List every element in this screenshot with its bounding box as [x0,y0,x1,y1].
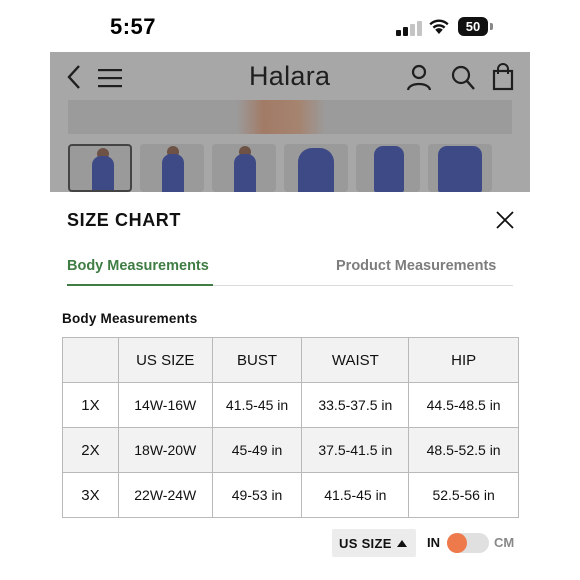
size-system-dropdown[interactable]: US SIZE [332,529,416,557]
battery-tip [490,23,493,30]
close-icon[interactable] [494,209,516,231]
wifi-icon [429,19,449,34]
table-header-cell: HIP [408,337,519,383]
table-row: 3X 22W-24W 49-53 in 41.5-45 in 52.5-56 i… [62,472,519,518]
product-thumbnail[interactable] [68,144,132,192]
tab-body-measurements[interactable]: Body Measurements [67,258,209,274]
table-cell: 41.5-45 in [301,472,410,518]
table-row: 1X 14W-16W 41.5-45 in 33.5-37.5 in 44.5-… [62,382,519,428]
back-arrow-icon[interactable] [66,64,82,90]
status-bar: 5:57 50 [0,0,580,52]
product-thumbnail[interactable] [356,144,420,192]
table-cell: 18W-20W [117,427,213,473]
table-cell: 48.5-52.5 in [408,427,519,473]
table-header-row: US SIZE BUST WAIST HIP [62,337,519,383]
product-page-overlay: Halara [50,52,530,192]
table-cell: 14W-16W [117,382,213,428]
table-cell: 3X [62,472,119,518]
table-cell: 37.5-41.5 in [301,427,410,473]
table-cell: 45-49 in [211,427,303,473]
active-tab-indicator [67,284,213,286]
table-header-cell: BUST [211,337,303,383]
size-table: US SIZE BUST WAIST HIP 1X 14W-16W 41.5-4… [62,337,519,518]
shopping-bag-icon[interactable] [492,63,514,91]
table-row: 2X 18W-20W 45-49 in 37.5-41.5 in 48.5-52… [62,427,519,473]
unit-in-label: IN [427,535,440,550]
tab-product-measurements[interactable]: Product Measurements [336,258,496,274]
product-hero-image [68,100,512,134]
table-cell: 33.5-37.5 in [301,382,410,428]
table-cell: 52.5-56 in [408,472,519,518]
product-thumbnail[interactable] [212,144,276,192]
table-cell: 41.5-45 in [211,382,303,428]
product-thumbnail[interactable] [140,144,204,192]
product-thumbnail[interactable] [284,144,348,192]
table-cell: 49-53 in [211,472,303,518]
table-cell: 44.5-48.5 in [408,382,519,428]
status-time: 5:57 [110,14,157,39]
table-header-cell: WAIST [301,337,410,383]
table-cell: 2X [62,427,119,473]
brand-logo[interactable]: Halara [249,61,330,92]
hamburger-menu-icon[interactable] [98,68,122,88]
table-cell: 22W-24W [117,472,213,518]
search-icon[interactable] [450,64,476,92]
unit-cm-label: CM [494,535,515,550]
cellular-signal-icon [396,20,422,36]
table-header-cell [62,337,119,383]
product-thumbnail[interactable] [428,144,492,192]
unit-toggle[interactable] [447,533,489,553]
table-cell: 1X [62,382,119,428]
product-thumbnail-strip [68,144,530,192]
sheet-title: SIZE CHART [67,210,181,230]
size-chart-sheet: SIZE CHART Body Measurements Product Mea… [50,192,530,580]
size-system-label: US SIZE [339,536,392,551]
table-header-cell: US SIZE [117,337,213,383]
toggle-knob [447,533,467,553]
section-label: Body Measurements [62,311,198,326]
site-header: Halara [50,52,530,102]
battery-icon: 50 [458,17,488,36]
account-icon[interactable] [406,64,432,92]
caret-up-icon [397,540,407,547]
